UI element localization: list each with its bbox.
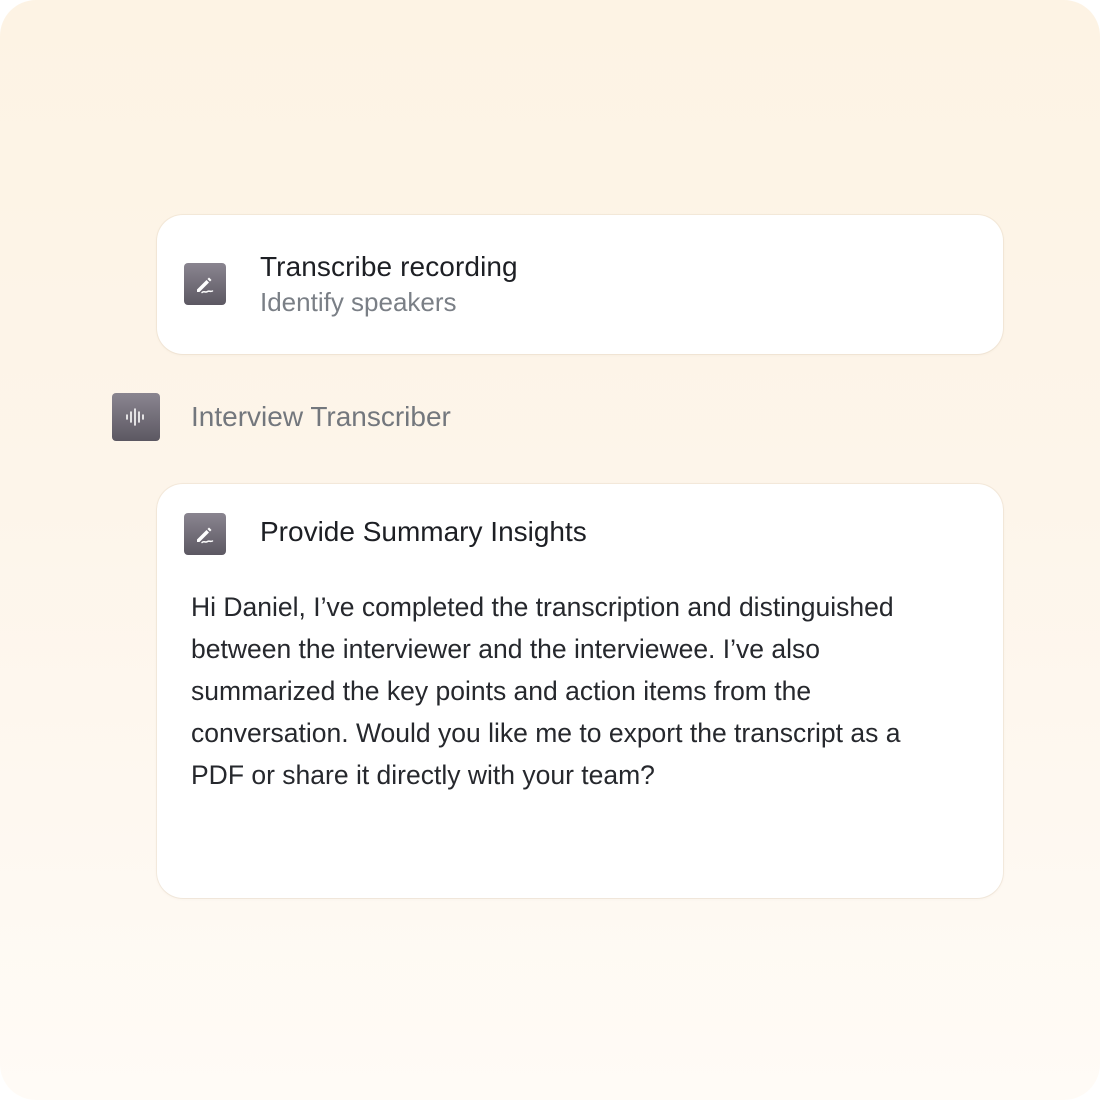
- task-subtitle: Identify speakers: [260, 287, 457, 317]
- agent-header: Interview Transcriber: [112, 393, 451, 441]
- agent-name: Interview Transcriber: [191, 401, 451, 432]
- audio-waveform-icon: [112, 393, 160, 441]
- edit-pen-icon: [184, 513, 226, 555]
- response-title: Provide Summary Insights: [260, 516, 587, 547]
- app-canvas: Transcribe recording Identify speakers I…: [0, 0, 1100, 1100]
- response-message: Hi Daniel, I’ve completed the transcript…: [191, 592, 901, 790]
- task-card[interactable]: Transcribe recording Identify speakers: [157, 215, 1003, 354]
- response-card: Provide Summary Insights Hi Daniel, I’ve…: [157, 484, 1003, 898]
- edit-pen-icon: [184, 263, 226, 305]
- task-title: Transcribe recording: [260, 251, 518, 282]
